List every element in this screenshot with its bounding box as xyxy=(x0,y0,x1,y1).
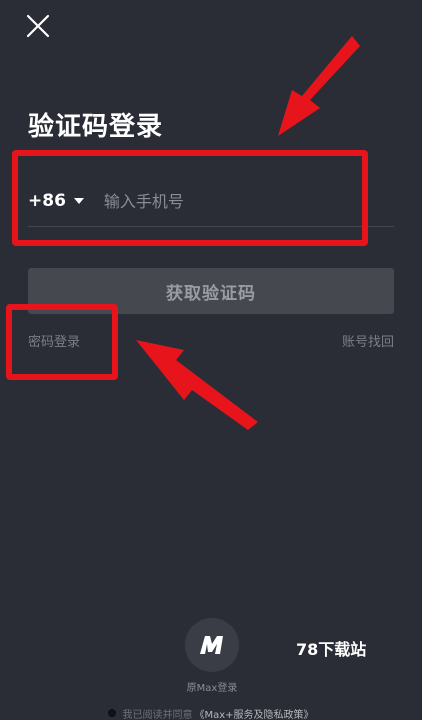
max-login-label: 原Max登录 xyxy=(186,683,238,694)
annotation-arrow-middle xyxy=(136,340,258,430)
login-screen: 验证码登录 +86 获取验证码 密码登录 账号找回 原Max登录 78下载站 我… xyxy=(0,0,422,720)
agreement-prefix: 我已阅读并同意 xyxy=(122,709,193,720)
country-code-label: +86 xyxy=(28,191,66,211)
country-code-selector[interactable]: +86 xyxy=(28,191,84,211)
phone-row: +86 xyxy=(28,180,394,222)
agreement-link[interactable]: 《Max+服务及隐私政策》 xyxy=(194,706,313,720)
watermark-text: 78下载站 xyxy=(296,640,367,659)
caret-down-icon xyxy=(73,198,84,204)
phone-underline xyxy=(28,226,394,227)
max-login-button[interactable] xyxy=(185,618,239,672)
annotation-arrow-top xyxy=(278,36,360,136)
max-logo-icon xyxy=(200,636,223,654)
agreement-checkbox[interactable] xyxy=(108,709,117,717)
phone-input[interactable] xyxy=(103,181,394,221)
password-login-link[interactable]: 密码登录 xyxy=(28,331,80,350)
agreement-row: 我已阅读并同意 《Max+服务及隐私政策》 xyxy=(0,706,422,720)
get-code-button[interactable]: 获取验证码 xyxy=(28,268,394,314)
page-title: 验证码登录 xyxy=(28,112,164,142)
close-button[interactable] xyxy=(22,10,54,42)
account-recovery-link[interactable]: 账号找回 xyxy=(342,331,394,350)
close-icon xyxy=(26,14,50,38)
